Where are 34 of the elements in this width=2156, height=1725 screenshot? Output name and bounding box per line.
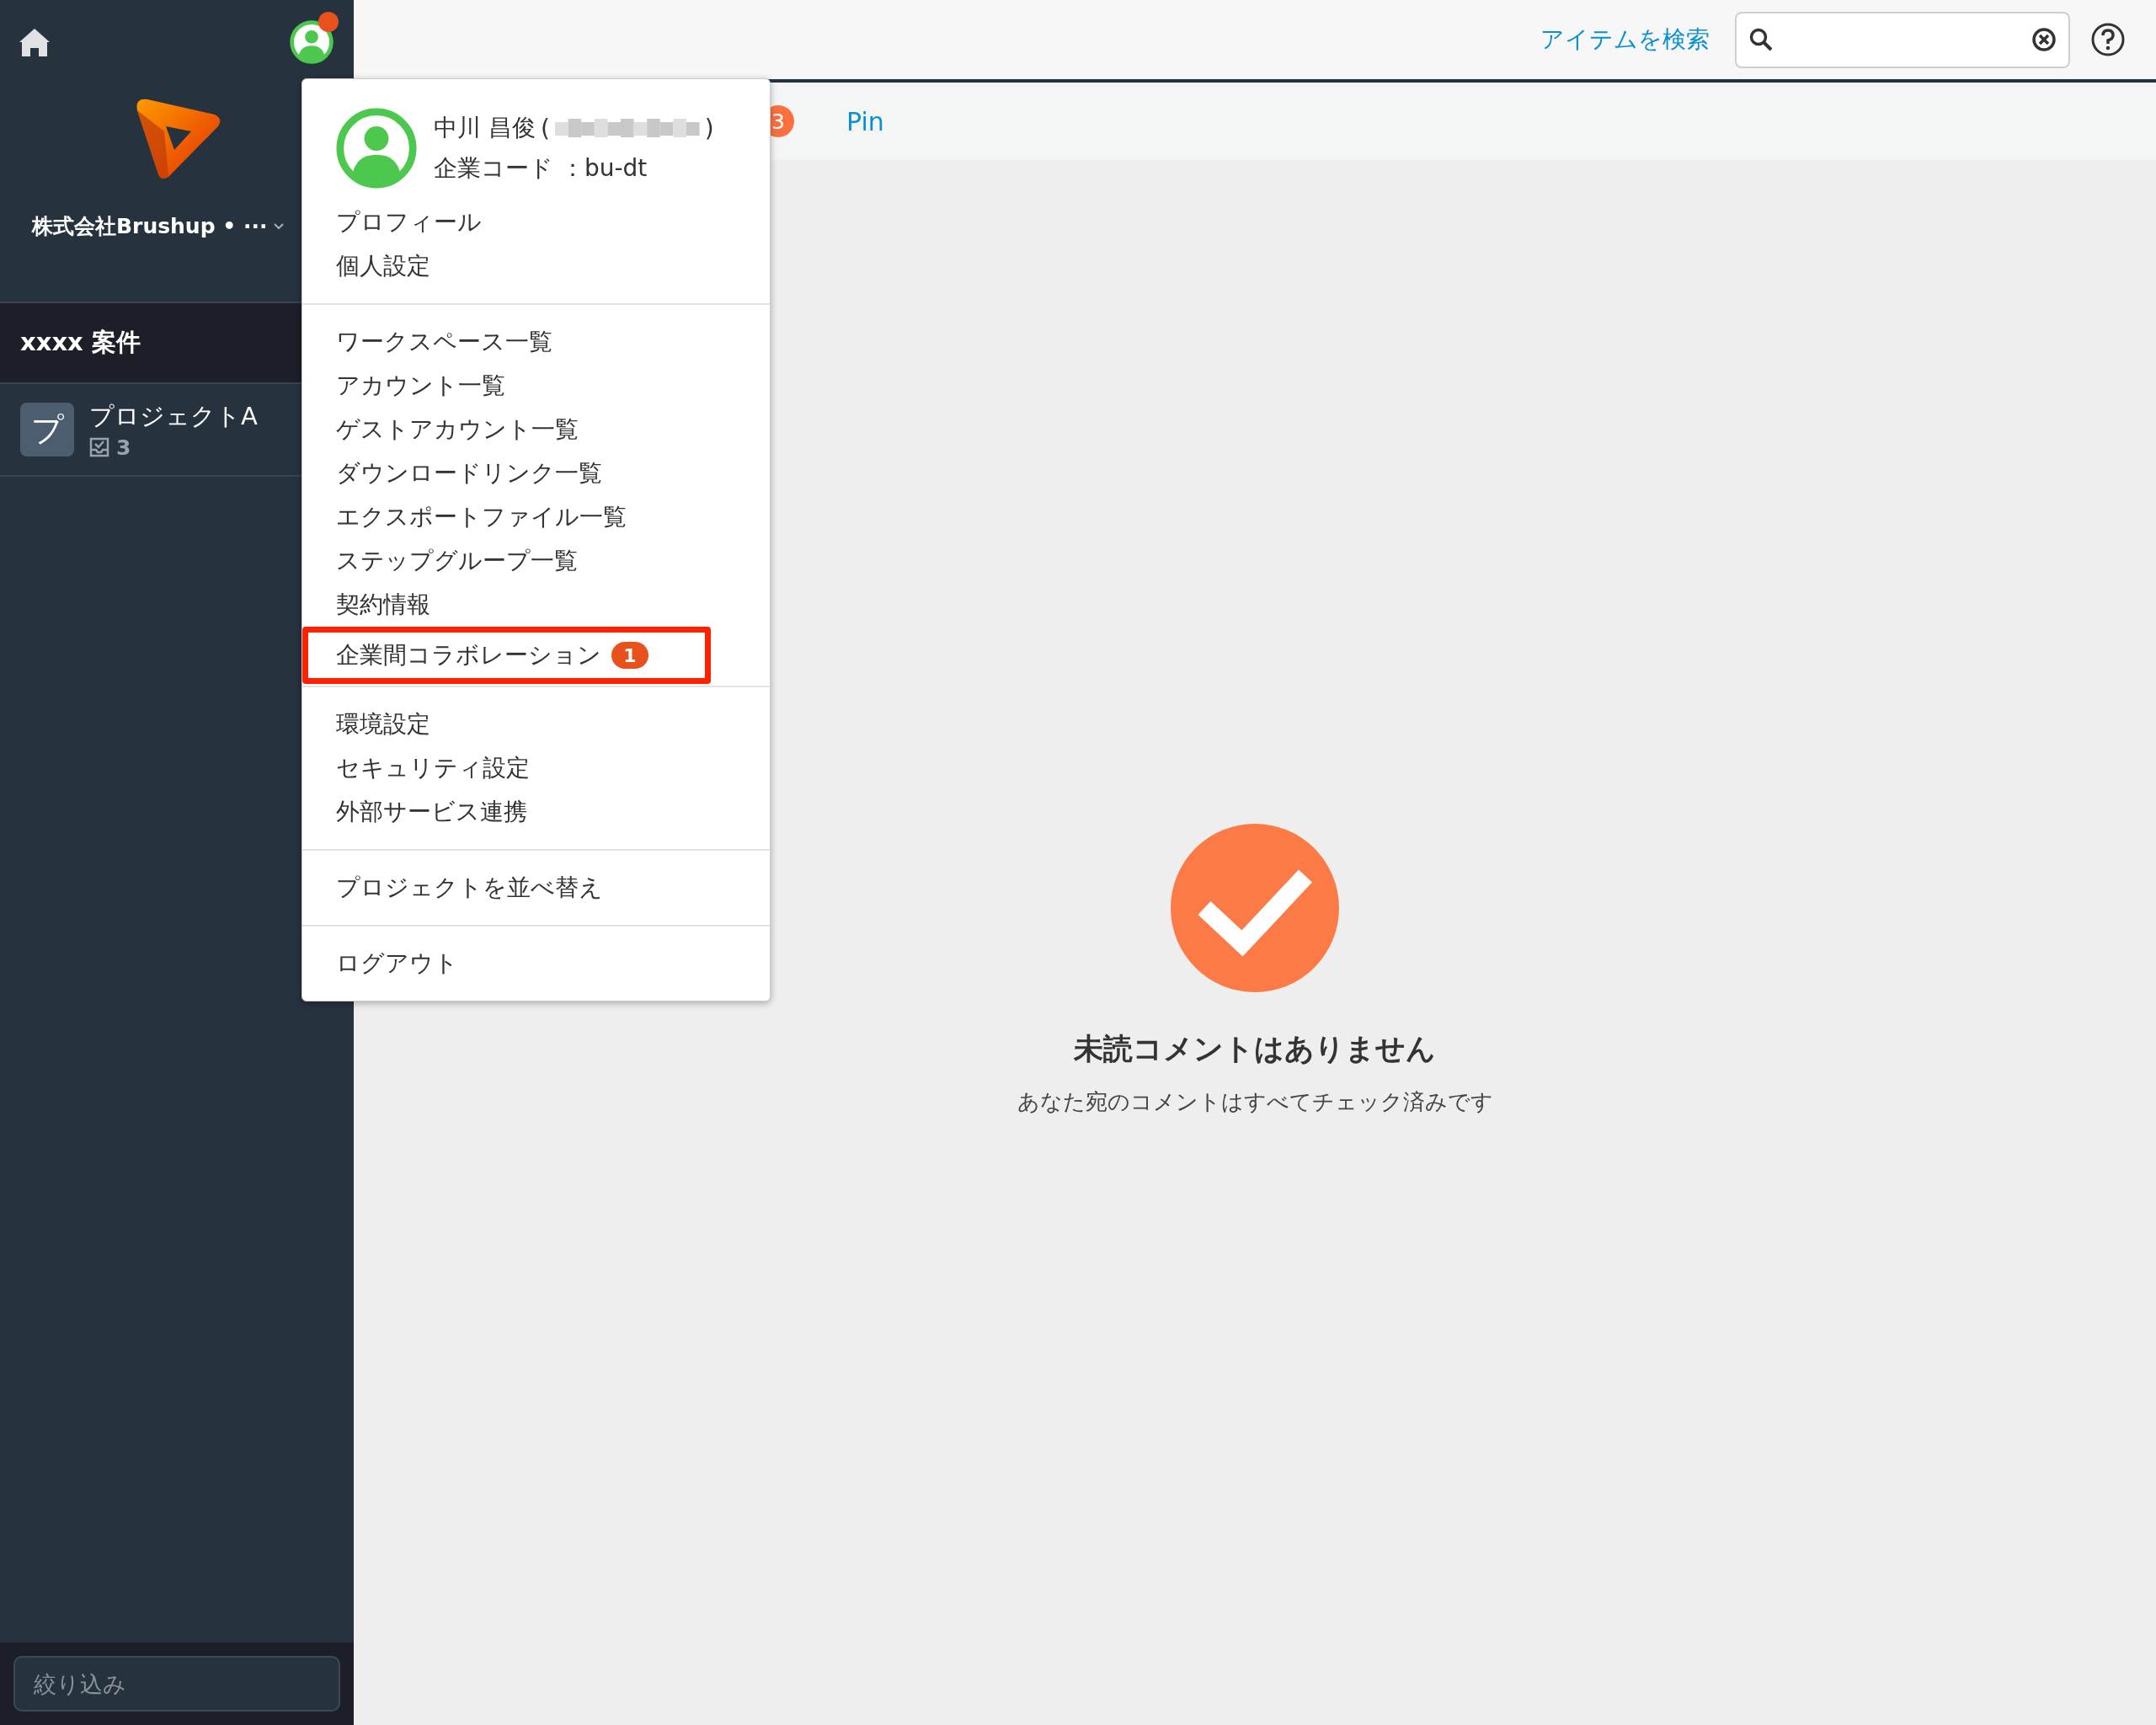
empty-message: あなた宛のコメントはすべてチェック済みです xyxy=(1017,1088,1493,1116)
inbox-check-icon xyxy=(89,437,109,457)
project-name: プロジェクトA xyxy=(89,400,258,432)
filter-field[interactable]: 絞り込み xyxy=(13,1656,340,1712)
notification-dot xyxy=(318,12,339,32)
home-icon[interactable] xyxy=(19,27,51,57)
company-name[interactable]: 株式会社Brushup • ··· xyxy=(32,212,268,240)
menu-item[interactable]: 個人設定 xyxy=(302,244,770,288)
help-icon[interactable] xyxy=(2090,22,2126,57)
search-icon xyxy=(1748,27,1774,52)
paren: ( xyxy=(540,114,550,142)
menu-item[interactable]: ログアウト xyxy=(302,942,770,985)
menu-item[interactable]: 企業間コラボレーション 1 xyxy=(302,627,711,684)
menu-item[interactable]: 環境設定 xyxy=(302,702,770,746)
project-initial: プ xyxy=(20,403,74,457)
company-code: 企業コード ：bu-dt xyxy=(434,153,648,184)
menu-item[interactable]: エクスポートファイル一覧 xyxy=(302,495,770,539)
count-badge: 1 xyxy=(611,642,648,669)
clear-icon[interactable] xyxy=(2031,27,2057,52)
menu-item[interactable]: セキュリティ設定 xyxy=(302,746,770,790)
paren: ) xyxy=(704,114,714,142)
menu-item[interactable]: 契約情報 xyxy=(302,583,770,627)
menu-item[interactable]: 外部サービス連携 xyxy=(302,790,770,834)
item-count: 3 xyxy=(116,435,131,460)
avatar-icon xyxy=(336,108,417,189)
empty-title: 未読コメントはありません xyxy=(1074,1031,1436,1067)
menu-item[interactable]: ステップグループ一覧 xyxy=(302,539,770,583)
check-icon xyxy=(1171,824,1339,992)
chevron-icon[interactable] xyxy=(274,222,285,231)
menu-item[interactable]: プロフィール xyxy=(302,200,770,244)
avatar-icon[interactable] xyxy=(290,20,334,64)
search-field[interactable] xyxy=(1735,11,2070,68)
user-name: 中川 昌俊 xyxy=(434,113,536,143)
menu-item[interactable]: プロジェクトを並べ替え xyxy=(302,866,770,910)
